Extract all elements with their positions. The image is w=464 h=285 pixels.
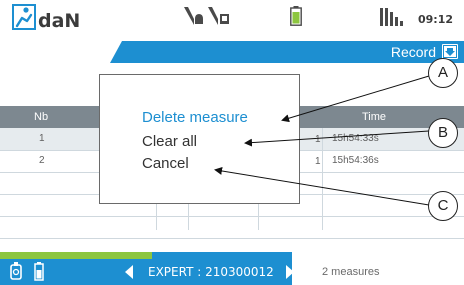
callout-line-b (244, 130, 430, 147)
callout-c: C (428, 191, 458, 221)
callout-b: B (428, 118, 458, 148)
sensor-icon[interactable] (10, 262, 22, 282)
callout-a: A (428, 58, 458, 88)
chevron-left-icon[interactable] (124, 265, 134, 279)
measure-count: 2 measures (322, 266, 380, 278)
status-strip-blue (152, 252, 292, 259)
callout-line-c (214, 167, 430, 206)
chevron-right-icon[interactable] (285, 265, 295, 279)
callout-lines (214, 75, 430, 206)
status-strip-green (0, 252, 152, 259)
expert-label: EXPERT : 210300012 (148, 265, 274, 279)
callout-line-a (281, 75, 430, 123)
device-battery-icon (34, 262, 44, 281)
